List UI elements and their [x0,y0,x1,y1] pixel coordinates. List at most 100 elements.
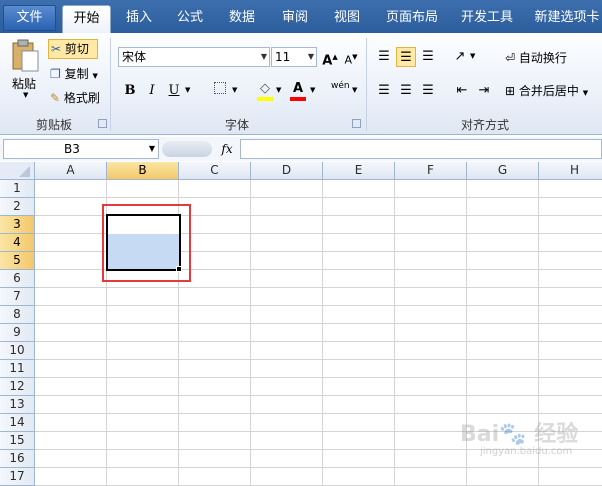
align-left-button[interactable]: ☰ [374,81,394,101]
chevron-down-icon: ▼ [23,91,29,99]
column-header-f[interactable]: F [395,162,467,180]
grid-column-line [250,180,251,486]
row-header-3[interactable]: 3 [0,216,35,234]
chevron-down-icon: ▼ [352,86,358,94]
column-header-c[interactable]: C [179,162,251,180]
align-left-icon: ☰ [378,83,390,98]
watermark-url: jingyan.baidu.com [480,446,573,457]
align-bottom-button[interactable]: ☰ [418,47,438,67]
row-header-11[interactable]: 11 [0,360,35,378]
shrink-font-icon: A [344,53,353,67]
increase-indent-icon: ⇥ [478,83,490,98]
grid-row-line [35,287,602,288]
column-header-d[interactable]: D [251,162,323,180]
column-header-b[interactable]: B [107,162,179,180]
cut-button[interactable]: ✂ 剪切 [48,39,98,59]
group-separator [366,38,367,131]
clipboard-launcher-icon[interactable] [98,119,107,128]
chevron-down-icon: ▼ [260,52,267,61]
decrease-indent-button[interactable]: ⇤ [452,81,472,101]
name-box[interactable]: B3 ▼ [3,139,159,159]
italic-button[interactable]: I [142,81,162,101]
insert-function-button[interactable]: fx [218,140,236,158]
grid-row-line [35,305,602,306]
row-header-15[interactable]: 15 [0,432,35,450]
merge-center-button[interactable]: ⊞ 合并后居中 ▼ [505,82,588,102]
row-header-2[interactable]: 2 [0,198,35,216]
annotation-highlight-box [102,204,191,282]
tab-home[interactable]: 开始 [62,5,111,33]
row-header-16[interactable]: 16 [0,450,35,468]
grow-font-button[interactable]: A▲ [320,47,340,68]
row-header-4[interactable]: 4 [0,234,35,252]
grid-column-line [394,180,395,486]
watermark-brand: Bai [460,422,500,447]
orientation-button[interactable]: ↗ [450,47,470,67]
underline-button[interactable]: U [164,81,184,101]
chevron-down-icon: ▼ [185,86,191,94]
borders-button[interactable] [210,81,230,101]
row-header-7[interactable]: 7 [0,288,35,306]
tab-page-layout[interactable]: 页面布局 [380,5,444,33]
align-right-icon: ☰ [422,83,434,98]
column-header-g[interactable]: G [467,162,539,180]
row-header-5[interactable]: 5 [0,252,35,270]
grid-row-line [35,359,602,360]
tab-review[interactable]: 审阅 [273,5,317,33]
tab-file[interactable]: 文件 [3,5,56,31]
ribbon-home: 粘贴 ▼ ✂ 剪切 ❐ 复制 ▼ ✎ 格式刷 剪贴板 宋体 ▼ 11 ▼ A▲ … [0,33,602,135]
tab-insert[interactable]: 插入 [117,5,161,33]
formula-bar-splitter[interactable] [162,141,212,157]
copy-icon: ❐ [50,67,61,81]
row-header-1[interactable]: 1 [0,180,35,198]
cut-label: 剪切 [64,42,89,56]
grid-row-line [35,323,602,324]
align-top-button[interactable]: ☰ [374,47,394,67]
decrease-indent-icon: ⇤ [456,83,468,98]
wrap-text-button[interactable]: ⏎ 自动换行 [505,49,567,69]
tab-formulas[interactable]: 公式 [168,5,212,33]
column-header-e[interactable]: E [323,162,395,180]
tab-data[interactable]: 数据 [220,5,264,33]
watermark-brand-suffix: 经验 [534,422,579,447]
increase-indent-button[interactable]: ⇥ [474,81,494,101]
row-header-8[interactable]: 8 [0,306,35,324]
row-header-9[interactable]: 9 [0,324,35,342]
column-header-h[interactable]: H [539,162,602,180]
font-name-combo[interactable]: 宋体 ▼ [118,47,270,67]
align-center-button[interactable]: ☰ [396,81,416,101]
row-header-14[interactable]: 14 [0,414,35,432]
row-header-12[interactable]: 12 [0,378,35,396]
phonetic-button[interactable]: wén [331,81,350,91]
paste-button[interactable]: 粘贴 ▼ [6,37,44,107]
tab-developer[interactable]: 开发工具 [455,5,519,33]
align-right-button[interactable]: ☰ [418,81,438,101]
font-color-button[interactable]: A [288,79,308,101]
fx-icon: fx [221,142,233,156]
format-painter-button[interactable]: ✎ 格式刷 [50,88,100,108]
copy-label: 复制 [64,67,89,81]
tab-new-tab[interactable]: 新建选项卡 [532,5,602,33]
align-middle-button[interactable]: ☰ [396,47,416,67]
copy-button[interactable]: ❐ 复制 ▼ [50,64,98,84]
select-all-button[interactable] [0,162,35,180]
row-header-17[interactable]: 17 [0,468,35,486]
row-header-6[interactable]: 6 [0,270,35,288]
merge-center-label: 合并后居中 [518,84,579,98]
fill-color-swatch [257,97,273,101]
row-header-13[interactable]: 13 [0,396,35,414]
font-size-combo[interactable]: 11 ▼ [271,47,317,67]
row-header-10[interactable]: 10 [0,342,35,360]
name-box-value: B3 [64,142,80,156]
bold-button[interactable]: B [120,81,140,101]
tab-view[interactable]: 视图 [325,5,369,33]
fill-color-button[interactable]: ◇ [255,79,275,101]
ribbon-tab-bar: 文件 开始 插入 公式 数据 审阅 视图 页面布局 开发工具 新建选项卡 [0,0,602,33]
shrink-font-button[interactable]: A▼ [341,47,361,67]
font-launcher-icon[interactable] [352,119,361,128]
paste-icon [12,39,39,72]
font-name-value: 宋体 [122,50,147,64]
chevron-down-icon: ▼ [310,86,316,94]
column-header-a[interactable]: A [35,162,107,180]
formula-input[interactable] [240,139,602,159]
